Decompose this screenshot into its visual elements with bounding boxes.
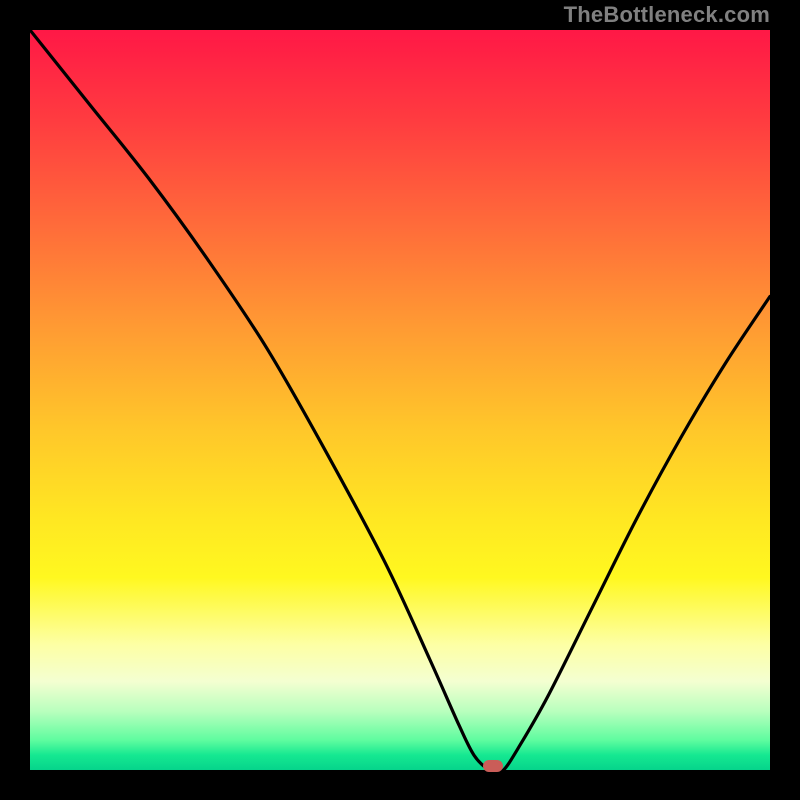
optimal-marker: [483, 760, 503, 772]
chart-frame: TheBottleneck.com: [0, 0, 800, 800]
curve-svg: [30, 30, 770, 770]
bottleneck-curve: [30, 30, 770, 770]
plot-area: [30, 30, 770, 770]
watermark-text: TheBottleneck.com: [564, 2, 770, 28]
